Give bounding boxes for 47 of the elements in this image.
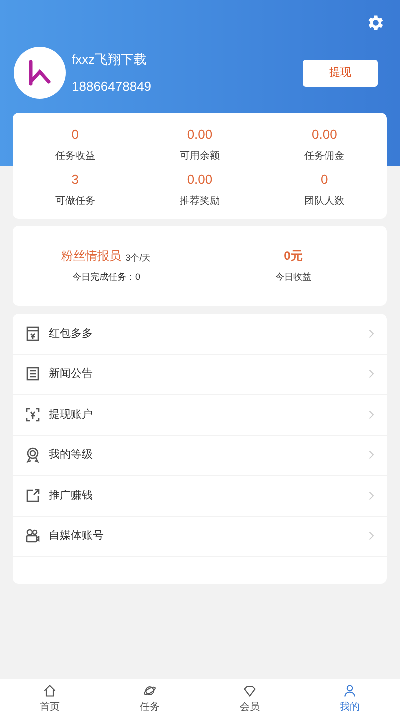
menu-item[interactable]: 新闻公告 (13, 354, 387, 395)
envelope-icon (25, 326, 41, 342)
person-icon (343, 684, 357, 698)
user-name: fxxz飞翔下载 (72, 50, 148, 68)
level-title: 粉丝情报员 (62, 248, 122, 266)
share-icon (25, 488, 41, 504)
nav-tab[interactable]: 任务 (100, 679, 200, 719)
stat-label: 可做任务 (55, 195, 96, 209)
stat-value: 0.00 (312, 127, 338, 143)
camera-icon (25, 528, 41, 544)
settings-icon[interactable] (366, 13, 386, 33)
chevron-right-icon (369, 450, 375, 460)
planet-icon (143, 684, 157, 698)
scan-icon (25, 406, 41, 423)
document-icon (25, 366, 41, 382)
chevron-right-icon (369, 369, 375, 380)
nav-tab[interactable]: 我的 (300, 679, 400, 719)
income-label: 今日收益 (276, 271, 312, 284)
stat-label: 任务收益 (55, 150, 96, 164)
tasks-done-today: 今日完成任务：0 (72, 271, 140, 284)
menu-item[interactable]: 我的等级 (13, 436, 387, 476)
stat-value: 0.00 (187, 172, 213, 188)
menu-item[interactable]: 红包多多 (13, 314, 387, 354)
stat-label: 可用余额 (180, 150, 220, 164)
medal-icon (25, 447, 41, 464)
menu-item[interactable]: 提现账户 (13, 395, 387, 436)
stat-value: 0 (321, 172, 328, 188)
stat-label: 推荐奖励 (180, 195, 220, 209)
chevron-right-icon (369, 328, 375, 339)
withdraw-button[interactable]: 提现 (303, 60, 378, 86)
stat-label: 团队人数 (304, 195, 345, 209)
home-icon (43, 684, 57, 698)
stat-value: 0 (72, 127, 79, 143)
chevron-right-icon (369, 531, 375, 542)
nav-tab[interactable]: 会员 (200, 679, 300, 719)
phone-number: 18866478849 (72, 78, 152, 96)
stat-value: 0.00 (187, 127, 213, 143)
daily-quota: 3个/天 (126, 252, 152, 265)
nav-tab[interactable]: 首页 (0, 679, 100, 719)
chevron-right-icon (369, 410, 375, 420)
income-value: 0元 (284, 248, 303, 266)
stat-value: 3 (72, 172, 79, 188)
menu-item[interactable]: 推广赚钱 (13, 476, 387, 516)
chevron-right-icon (369, 490, 375, 501)
diamond-icon (243, 684, 257, 698)
menu-item[interactable]: 自媒体账号 (13, 516, 387, 557)
stat-label: 任务佣金 (304, 150, 345, 164)
